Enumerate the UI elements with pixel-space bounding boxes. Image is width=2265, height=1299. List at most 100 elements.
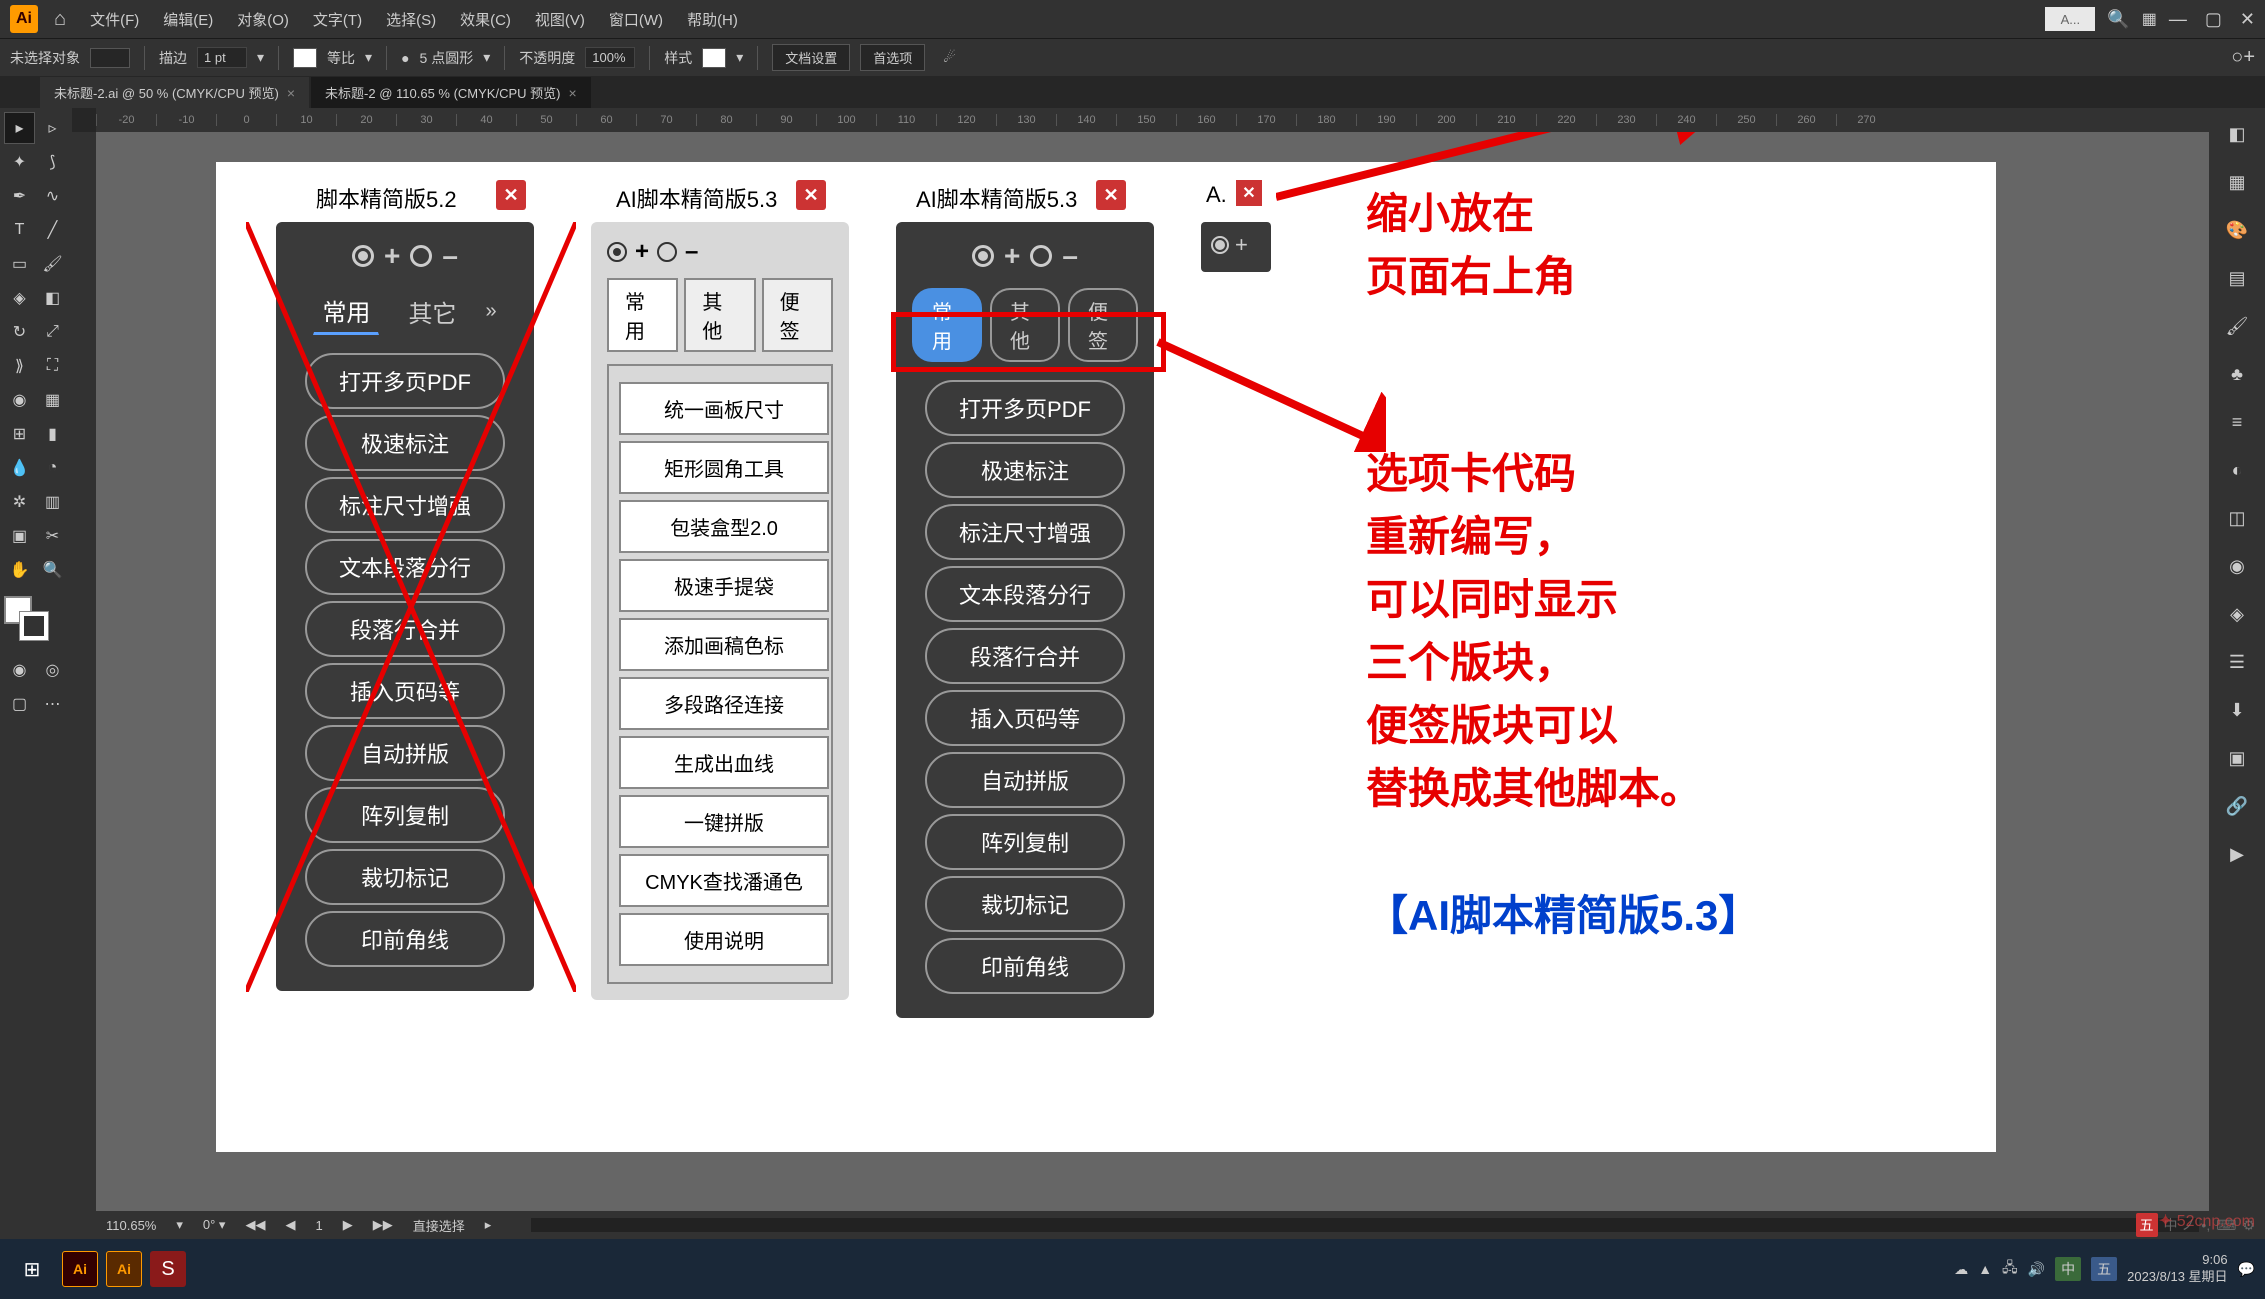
eraser-tool[interactable]: ◧ — [37, 282, 68, 314]
search-icon[interactable]: 🔍 — [2107, 9, 2129, 30]
arrange-docs-icon[interactable]: ▦ — [2142, 9, 2157, 29]
panel53dark-tab-2[interactable]: 便签 — [1068, 288, 1138, 362]
tray-volume-icon[interactable]: 🔊 — [2028, 1261, 2045, 1278]
stroke-panel-icon[interactable]: ≡ — [2219, 404, 2255, 440]
rotate-view-icon[interactable]: 0° ▾ — [203, 1217, 226, 1233]
radio-icon[interactable] — [410, 245, 432, 267]
artboard-tool[interactable]: ▣ — [4, 520, 35, 552]
uniform-dropdown-icon[interactable]: ▾ — [365, 49, 372, 66]
properties-panel-icon[interactable]: ◧ — [2219, 116, 2255, 152]
panel53light-tab-2[interactable]: 便签 — [762, 278, 833, 352]
draw-mode-normal[interactable]: ◉ — [4, 654, 35, 686]
zoom-level[interactable]: 110.65% — [106, 1218, 156, 1233]
start-button[interactable]: ⊞ — [10, 1247, 54, 1291]
panel53dark-btn-6[interactable]: 自动拼版 — [925, 752, 1125, 808]
panel53dark-btn-7[interactable]: 阵列复制 — [925, 814, 1125, 870]
panel53light-tab-1[interactable]: 其他 — [684, 278, 755, 352]
panel53light-btn-9[interactable]: 使用说明 — [619, 913, 829, 966]
play-icon[interactable]: ▶ — [2219, 836, 2255, 872]
panel52-btn-7[interactable]: 阵列复制 — [305, 787, 505, 843]
radio-selected-icon[interactable] — [1211, 236, 1229, 254]
radio-selected-icon[interactable] — [352, 245, 374, 267]
fill-color-swatch[interactable] — [293, 48, 317, 68]
panel53dark-tab-0[interactable]: 常用 — [912, 288, 982, 362]
panel53dark-btn-3[interactable]: 文本段落分行 — [925, 566, 1125, 622]
paintbrush-tool[interactable]: 🖌 — [37, 248, 68, 280]
shape-builder-tool[interactable]: ◉ — [4, 384, 35, 416]
draw-mode-behind[interactable]: ◎ — [37, 654, 68, 686]
panel53light-btn-5[interactable]: 多段路径连接 — [619, 677, 829, 730]
panel53light-btn-3[interactable]: 极速手提袋 — [619, 559, 829, 612]
panel52-btn-2[interactable]: 标注尺寸增强 — [305, 477, 505, 533]
free-transform-tool[interactable]: ⛶ — [37, 350, 68, 382]
panel52-tab-other[interactable]: 其它 — [399, 289, 465, 334]
taskbar-app-s[interactable]: S — [150, 1251, 186, 1287]
panel52-btn-1[interactable]: 极速标注 — [305, 415, 505, 471]
curvature-tool[interactable]: ∿ — [37, 180, 68, 212]
artboard-nav-prev1-icon[interactable]: ◀ — [285, 1217, 295, 1233]
symbols-panel-icon[interactable]: ♣ — [2219, 356, 2255, 392]
top-search-badge[interactable]: A... — [2045, 7, 2095, 31]
color-swatches[interactable] — [4, 596, 52, 644]
graph-tool[interactable]: ▥ — [37, 486, 68, 518]
style-dropdown-icon[interactable]: ▾ — [736, 49, 743, 66]
menu-help[interactable]: 帮助(H) — [679, 5, 746, 34]
blend-tool[interactable]: ◔ — [37, 452, 68, 484]
menu-view[interactable]: 视图(V) — [527, 5, 593, 34]
taskbar-clock[interactable]: 9:06 2023/8/13 星期日 — [2127, 1252, 2227, 1286]
stroke-dropdown-icon[interactable]: ▾ — [257, 49, 264, 66]
panel53dark-btn-0[interactable]: 打开多页PDF — [925, 380, 1125, 436]
panel53light-btn-1[interactable]: 矩形圆角工具 — [619, 441, 829, 494]
close-button[interactable]: ✕ — [2240, 9, 2255, 30]
magic-wand-tool[interactable]: ✦ — [4, 146, 35, 178]
layers-panel-icon[interactable]: ☰ — [2219, 644, 2255, 680]
doc-tab-1[interactable]: 未标题-2.ai @ 50 % (CMYK/CPU 预览) × — [40, 77, 309, 108]
artboard-nav-next1-icon[interactable]: ▶ — [343, 1217, 353, 1233]
panel52-close-button[interactable]: ✕ — [496, 180, 526, 210]
artboard-number[interactable]: 1 — [315, 1218, 322, 1233]
minimize-button[interactable]: ― — [2169, 9, 2187, 30]
menu-select[interactable]: 选择(S) — [378, 5, 444, 34]
radio-icon[interactable] — [1030, 245, 1052, 267]
panel53light-tab-0[interactable]: 常用 — [607, 278, 678, 352]
menu-effect[interactable]: 效果(C) — [452, 5, 519, 34]
appearance-panel-icon[interactable]: ◉ — [2219, 548, 2255, 584]
tray-up-icon[interactable]: ▲ — [1978, 1261, 1992, 1277]
doc-tab-2[interactable]: 未标题-2 @ 110.65 % (CMYK/CPU 预览) × — [311, 77, 591, 108]
shaper-tool[interactable]: ◈ — [4, 282, 35, 314]
panel53light-btn-4[interactable]: 添加画稿色标 — [619, 618, 829, 671]
width-tool[interactable]: ⟫ — [4, 350, 35, 382]
panel53dark-btn-4[interactable]: 段落行合并 — [925, 628, 1125, 684]
screen-mode[interactable]: ▢ — [4, 688, 35, 720]
mesh-tool[interactable]: ⊞ — [4, 418, 35, 450]
prefs-button[interactable]: 首选项 — [860, 44, 925, 71]
line-tool[interactable]: ╱ — [37, 214, 68, 246]
perspective-tool[interactable]: ▦ — [37, 384, 68, 416]
ime-indicator-1[interactable]: 中 — [2055, 1257, 2081, 1281]
artboards-panel-icon[interactable]: ▣ — [2219, 740, 2255, 776]
close-icon[interactable]: × — [287, 85, 295, 101]
panel52-btn-4[interactable]: 段落行合并 — [305, 601, 505, 657]
libraries-panel-icon[interactable]: ▦ — [2219, 164, 2255, 200]
stroke-weight-input[interactable] — [197, 47, 247, 68]
panel52-btn-5[interactable]: 插入页码等 — [305, 663, 505, 719]
panel52-btn-0[interactable]: 打开多页PDF — [305, 353, 505, 409]
panel53light-btn-6[interactable]: 生成出血线 — [619, 736, 829, 789]
edit-toolbar[interactable]: ⋯ — [37, 688, 68, 720]
taskbar-app-ai-1[interactable]: Ai — [62, 1251, 98, 1287]
status-dropdown-icon[interactable]: ▸ — [485, 1217, 492, 1233]
transparency-panel-icon[interactable]: ◫ — [2219, 500, 2255, 536]
style-swatch[interactable] — [702, 48, 726, 68]
panel53dark-btn-8[interactable]: 裁切标记 — [925, 876, 1125, 932]
close-icon[interactable]: × — [568, 85, 576, 101]
ime-indicator-2[interactable]: 五 — [2091, 1257, 2117, 1281]
panel52-btn-6[interactable]: 自动拼版 — [305, 725, 505, 781]
swatches-panel-icon[interactable]: ▤ — [2219, 260, 2255, 296]
rectangle-tool[interactable]: ▭ — [4, 248, 35, 280]
rotate-tool[interactable]: ↻ — [4, 316, 35, 348]
notification-center-icon[interactable]: 💬 — [2238, 1261, 2255, 1278]
panel53dark-btn-1[interactable]: 极速标注 — [925, 442, 1125, 498]
eyedropper-tool[interactable]: 💧 — [4, 452, 35, 484]
brushes-panel-icon[interactable]: 🖌 — [2219, 308, 2255, 344]
panel53light-btn-2[interactable]: 包装盒型2.0 — [619, 500, 829, 553]
